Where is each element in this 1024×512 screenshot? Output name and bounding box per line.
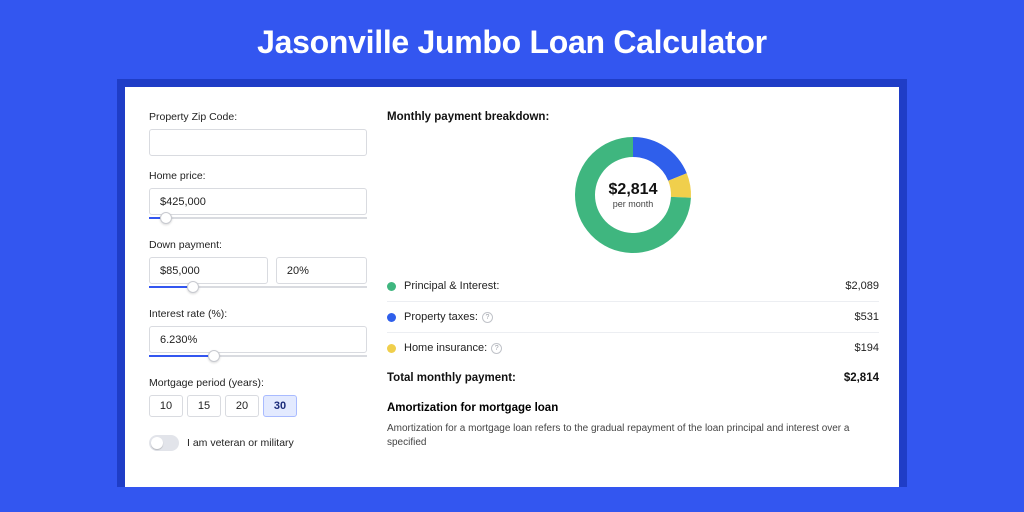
period-btn-10[interactable]: 10 xyxy=(149,395,183,417)
legend-dot xyxy=(387,344,396,353)
down-slider[interactable] xyxy=(149,286,367,294)
price-label: Home price: xyxy=(149,170,367,182)
results-panel: Monthly payment breakdown: $2,814 per mo… xyxy=(387,87,899,487)
legend-dot xyxy=(387,282,396,291)
total-label: Total monthly payment: xyxy=(387,372,516,384)
calculator-card: Property Zip Code: Home price: Down paym… xyxy=(125,87,899,487)
info-icon[interactable]: ? xyxy=(491,343,502,354)
legend-label: Home insurance:? xyxy=(404,342,855,354)
legend: Principal & Interest: $2,089 Property ta… xyxy=(387,271,879,363)
legend-row: Property taxes:? $531 xyxy=(387,302,879,333)
legend-label: Principal & Interest: xyxy=(404,280,845,292)
legend-dot xyxy=(387,313,396,322)
page-title: Jasonville Jumbo Loan Calculator xyxy=(0,0,1024,79)
total-row: Total monthly payment: $2,814 xyxy=(387,363,879,396)
period-btn-15[interactable]: 15 xyxy=(187,395,221,417)
veteran-label: I am veteran or military xyxy=(187,437,294,449)
amort-title: Amortization for mortgage loan xyxy=(387,402,879,414)
form-panel: Property Zip Code: Home price: Down paym… xyxy=(125,87,387,487)
period-btn-20[interactable]: 20 xyxy=(225,395,259,417)
legend-row: Principal & Interest: $2,089 xyxy=(387,271,879,302)
donut-chart: $2,814 per month xyxy=(387,133,879,257)
legend-value: $2,089 xyxy=(845,280,879,292)
legend-value: $531 xyxy=(855,311,879,323)
down-label: Down payment: xyxy=(149,239,367,251)
down-amount-input[interactable] xyxy=(149,257,268,284)
card-outer: Property Zip Code: Home price: Down paym… xyxy=(117,79,907,487)
legend-value: $194 xyxy=(855,342,879,354)
price-input[interactable] xyxy=(149,188,367,215)
zip-label: Property Zip Code: xyxy=(149,111,367,123)
zip-input[interactable] xyxy=(149,129,367,156)
total-value: $2,814 xyxy=(844,372,879,384)
period-group: 10152030 xyxy=(149,395,367,417)
info-icon[interactable]: ? xyxy=(482,312,493,323)
period-label: Mortgage period (years): xyxy=(149,377,367,389)
rate-input[interactable] xyxy=(149,326,367,353)
amort-body: Amortization for a mortgage loan refers … xyxy=(387,422,879,450)
rate-label: Interest rate (%): xyxy=(149,308,367,320)
veteran-toggle[interactable] xyxy=(149,435,179,451)
breakdown-title: Monthly payment breakdown: xyxy=(387,111,879,123)
donut-slice xyxy=(633,137,687,181)
legend-label: Property taxes:? xyxy=(404,311,855,323)
legend-row: Home insurance:? $194 xyxy=(387,333,879,363)
donut-value: $2,814 xyxy=(609,181,658,199)
period-btn-30[interactable]: 30 xyxy=(263,395,297,417)
price-slider[interactable] xyxy=(149,217,367,225)
rate-slider[interactable] xyxy=(149,355,367,363)
donut-sub: per month xyxy=(609,199,658,209)
down-percent-input[interactable] xyxy=(276,257,367,284)
